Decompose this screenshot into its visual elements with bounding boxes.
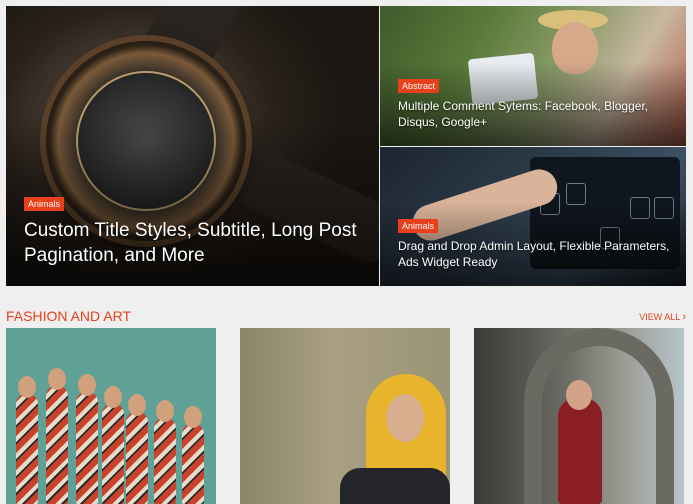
section-header: FASHION AND ART VIEW ALL › (6, 307, 686, 327)
post-title[interactable]: Multiple Comment Sytems: Facebook, Blogg… (398, 98, 672, 130)
post-grid (6, 328, 686, 504)
coat-image (340, 468, 450, 504)
post-card[interactable] (474, 328, 684, 504)
figure-image (126, 394, 148, 504)
post-title[interactable]: Custom Title Styles, Subtitle, Long Post… (24, 218, 365, 268)
figure-image (46, 368, 68, 504)
dancer-image (558, 398, 602, 504)
view-all-label: VIEW ALL (639, 312, 681, 322)
featured-post-main[interactable]: Animals Custom Title Styles, Subtitle, L… (6, 6, 379, 286)
featured-post-top-right[interactable]: Abstract Multiple Comment Sytems: Facebo… (380, 6, 686, 146)
figure-image (102, 386, 124, 504)
figure-image (182, 406, 204, 504)
category-badge[interactable]: Animals (24, 197, 65, 211)
dancer-head-image (566, 380, 592, 410)
figure-image (154, 400, 176, 504)
section-title: FASHION AND ART (6, 308, 131, 324)
chevron-right-icon: › (682, 311, 686, 323)
category-badge[interactable]: Abstract (398, 79, 440, 93)
face-image (386, 394, 424, 442)
category-badge[interactable]: Animals (398, 219, 439, 233)
featured-post-bottom-right[interactable]: Animals Drag and Drop Admin Layout, Flex… (380, 147, 686, 286)
figure-image (76, 374, 98, 504)
figure-image (16, 376, 38, 504)
featured-hero: Animals Custom Title Styles, Subtitle, L… (6, 6, 686, 286)
post-title[interactable]: Drag and Drop Admin Layout, Flexible Par… (398, 238, 672, 270)
post-card[interactable] (240, 328, 450, 504)
view-all-link[interactable]: VIEW ALL › (639, 311, 686, 323)
post-card[interactable] (6, 328, 216, 504)
